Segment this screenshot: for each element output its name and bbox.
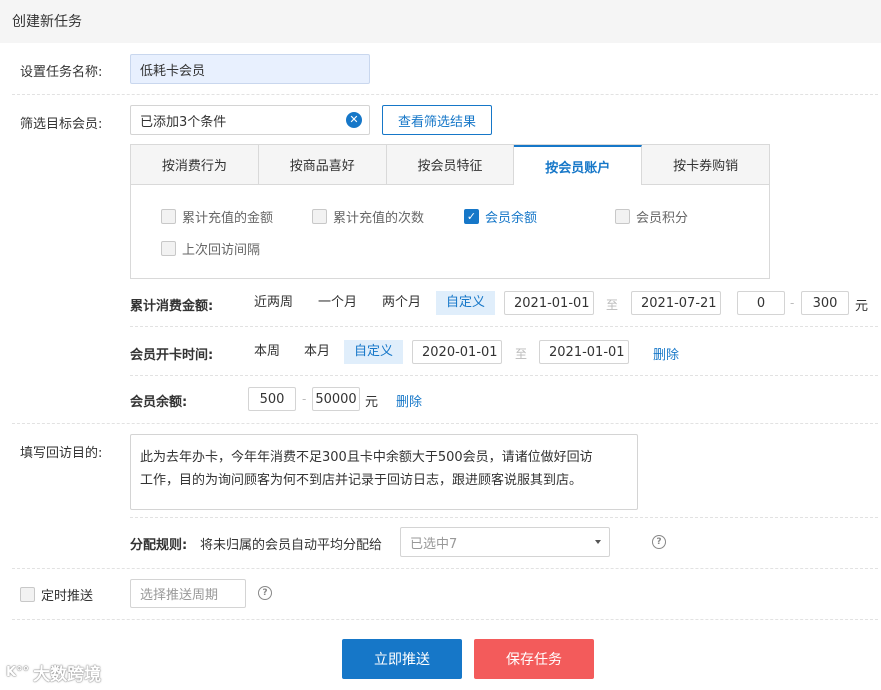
assign-staff-select[interactable]: 已选中7 [400, 527, 610, 557]
filter-tabs: 按消费行为 按商品喜好 按会员特征 按会员账户 按卡券购销 [131, 145, 769, 185]
close-circle-icon[interactable]: ✕ [346, 112, 362, 128]
checkbox-icon [615, 209, 630, 224]
range-separator: 至 [515, 347, 528, 361]
open-card-date-from[interactable]: 2020-01-01 [412, 340, 502, 364]
spend-unit: 元 [855, 299, 869, 314]
balance-label: 会员余额: [130, 395, 188, 410]
spend-option-two-months[interactable]: 两个月 [382, 291, 421, 315]
open-card-option-this-month[interactable]: 本月 [304, 340, 330, 364]
push-now-button[interactable]: 立即推送 [342, 639, 462, 679]
assign-text: 将未归属的会员自动平均分配给 [200, 538, 383, 553]
spend-option-custom[interactable]: 自定义 [436, 291, 496, 315]
task-name-label: 设置任务名称: [20, 65, 103, 80]
open-card-option-this-week[interactable]: 本周 [254, 340, 280, 364]
watermark: K°° 大数跨境 [6, 660, 101, 685]
checkmark-icon: ✓ [464, 209, 479, 224]
push-period-input[interactable]: 选择推送周期 [130, 579, 246, 608]
filter-input[interactable]: 已添加3个条件 [130, 105, 370, 135]
divider [12, 423, 878, 424]
divider [130, 517, 878, 518]
spend-option-two-weeks[interactable]: 近两周 [254, 291, 293, 315]
balance-max-input[interactable]: 50000 [312, 387, 360, 411]
spend-min-input[interactable]: 0 [737, 291, 785, 315]
divider [130, 375, 878, 376]
task-name-input[interactable]: 低耗卡会员 [130, 54, 370, 84]
assign-label: 分配规则: [130, 538, 188, 553]
page-header: 创建新任务 [0, 0, 881, 43]
checkbox-member-balance[interactable]: ✓ 会员余额 [464, 207, 537, 226]
purpose-label: 填写回访目的: [20, 446, 103, 461]
spend-max-input[interactable]: 300 [801, 291, 849, 315]
divider [12, 568, 878, 569]
checkbox-recharge-count[interactable]: 累计充值的次数 [312, 207, 424, 226]
page-title: 创建新任务 [12, 14, 82, 30]
scheduled-push-checkbox[interactable]: 定时推送 [20, 585, 93, 604]
delete-open-card-link[interactable]: 删除 [653, 344, 679, 363]
spend-date-to[interactable]: 2021-07-21 [631, 291, 721, 315]
filter-tab-panel: 按消费行为 按商品喜好 按会员特征 按会员账户 按卡券购销 累计充值的金额 累计… [130, 144, 770, 279]
watermark-logo-icon: K°° [6, 665, 30, 680]
view-results-button[interactable]: 查看筛选结果 [382, 105, 492, 135]
open-card-date-to[interactable]: 2021-01-01 [539, 340, 629, 364]
tab-coupon-sales[interactable]: 按卡券购销 [642, 145, 769, 184]
checkbox-icon [161, 209, 176, 224]
spend-option-one-month[interactable]: 一个月 [318, 291, 357, 315]
purpose-textarea[interactable]: 此为去年办卡，今年年消费不足300且卡中余额大于500会员，请诸位做好回访 工作… [130, 434, 638, 510]
tab-member-features[interactable]: 按会员特征 [387, 145, 515, 184]
select-value: 已选中7 [410, 536, 458, 552]
tab-consumption[interactable]: 按消费行为 [131, 145, 259, 184]
open-card-label: 会员开卡时间: [130, 348, 214, 363]
chevron-down-icon [595, 540, 601, 544]
checkbox-last-visit-interval[interactable]: 上次回访间隔 [161, 239, 260, 258]
balance-min-input[interactable]: 500 [248, 387, 296, 411]
question-circle-icon[interactable]: ? [258, 586, 272, 600]
checkbox-recharge-amount[interactable]: 累计充值的金额 [161, 207, 273, 226]
filter-label: 筛选目标会员: [20, 117, 103, 132]
question-circle-icon[interactable]: ? [652, 535, 666, 549]
checkbox-member-points[interactable]: 会员积分 [615, 207, 688, 226]
open-card-option-custom[interactable]: 自定义 [344, 340, 404, 364]
range-dash: - [302, 392, 307, 406]
checkbox-icon [161, 241, 176, 256]
tab-product-preference[interactable]: 按商品喜好 [259, 145, 387, 184]
purpose-line: 工作，目的为询问顾客为何不到店并记录于回访日志，跟进顾客说服其到店。 [140, 473, 583, 488]
purpose-line: 此为去年办卡，今年年消费不足300且卡中余额大于500会员，请诸位做好回访 [140, 450, 593, 465]
divider [12, 619, 878, 620]
spend-date-from[interactable]: 2021-01-01 [504, 291, 594, 315]
save-task-button[interactable]: 保存任务 [474, 639, 594, 679]
range-separator: 至 [606, 298, 619, 312]
watermark-text: 大数跨境 [33, 665, 102, 685]
tab-member-account[interactable]: 按会员账户 [514, 145, 643, 185]
spend-label: 累计消费金额: [130, 299, 214, 314]
range-dash: - [790, 296, 795, 310]
balance-unit: 元 [365, 395, 379, 410]
divider [12, 94, 878, 95]
divider [130, 326, 878, 327]
checkbox-icon [312, 209, 327, 224]
delete-balance-link[interactable]: 删除 [396, 391, 422, 410]
checkbox-icon [20, 587, 35, 602]
